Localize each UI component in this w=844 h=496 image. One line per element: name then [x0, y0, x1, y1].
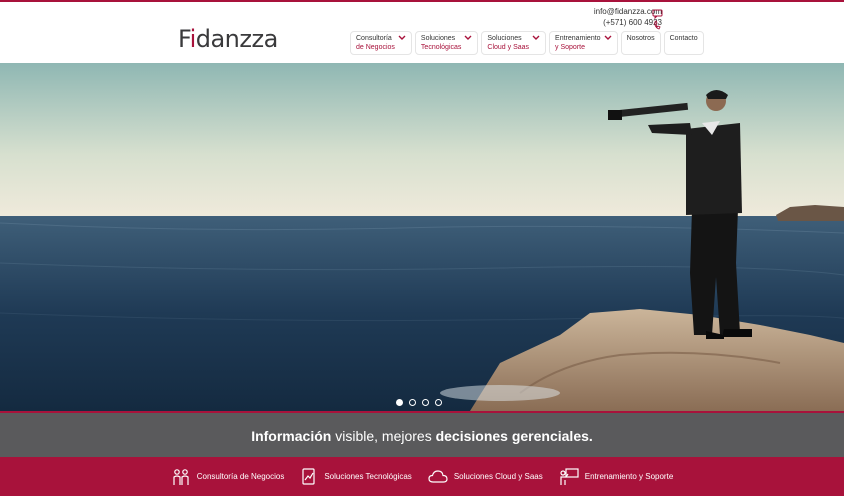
page: { "brand": { "logo_part1": "F", "logo_ac… — [0, 0, 844, 496]
nav-label: Consultoría — [356, 35, 392, 42]
slider-dot-2[interactable] — [409, 399, 416, 406]
contact-icons — [652, 6, 664, 30]
nav-label: Soluciones — [487, 35, 522, 42]
chevron-down-icon — [464, 35, 472, 44]
service-label: Consultoría de Negocios — [196, 472, 285, 481]
nav-nosotros[interactable]: Nosotros — [620, 31, 661, 55]
chevron-down-icon — [604, 35, 612, 44]
service-consultoria[interactable]: Consultoría de Negocios — [171, 468, 285, 486]
chevron-down-icon — [398, 35, 406, 44]
nav-label: Nosotros — [626, 35, 655, 42]
site-header: Fidanzza info@fidanzza.com (+571) 600 49… — [0, 0, 844, 64]
nav-sublabel: Tecnológicas — [420, 44, 462, 51]
service-cloud[interactable]: Soluciones Cloud y Saas — [428, 469, 543, 485]
cloud-icon — [428, 469, 448, 485]
slider-dot-1[interactable] — [396, 399, 403, 406]
nav-label: Contacto — [669, 35, 698, 42]
tagline-bold-2: decisiones gerenciales. — [435, 428, 593, 444]
nav-consultoria[interactable]: Consultoría de Negocios — [350, 31, 412, 55]
service-label: Soluciones Tecnológicas — [324, 472, 412, 481]
logo-text-2: danzza — [195, 25, 279, 53]
phone-icon — [652, 17, 664, 30]
hero-slider[interactable] — [0, 63, 844, 411]
nav-label: Entrenamiento — [555, 35, 601, 42]
main-nav: Consultoría de Negocios Soluciones Tecnoló… — [350, 31, 704, 55]
nav-soluciones-tecnologicas[interactable]: Soluciones Tecnológicas — [414, 31, 479, 55]
nav-sublabel: y Soporte — [555, 44, 585, 51]
service-label: Soluciones Cloud y Saas — [453, 472, 543, 481]
nav-sublabel: de Negocios — [356, 44, 395, 51]
tagline-bold-1: Información — [251, 428, 332, 444]
tagline-band: Información visible, mejores decisiones … — [0, 411, 844, 457]
services-bar: Consultoría de Negocios Soluciones Tecno… — [0, 457, 844, 496]
tagline-regular: visible, mejores — [331, 428, 436, 444]
nav-sublabel: Cloud y Saas — [487, 44, 530, 51]
slider-dot-4[interactable] — [435, 399, 442, 406]
service-entrenamiento[interactable]: Entrenamiento y Soporte — [559, 467, 674, 486]
people-icon — [171, 468, 191, 486]
slider-dot-3[interactable] — [422, 399, 429, 406]
nav-entrenamiento[interactable]: Entrenamiento y Soporte — [549, 31, 618, 55]
document-chart-icon — [300, 467, 318, 486]
slider-dots — [396, 399, 442, 406]
service-label: Entrenamiento y Soporte — [584, 472, 674, 481]
service-tecnologicas[interactable]: Soluciones Tecnológicas — [300, 467, 412, 486]
logo-text-1: F — [178, 25, 190, 53]
hero-image — [0, 63, 844, 411]
logo[interactable]: Fidanzza — [178, 24, 278, 52]
chevron-down-icon — [532, 35, 540, 44]
presenter-board-icon — [559, 467, 579, 486]
nav-soluciones-cloud[interactable]: Soluciones Cloud y Saas — [481, 31, 547, 55]
nav-label: Soluciones — [420, 35, 456, 42]
nav-contacto[interactable]: Contacto — [663, 31, 704, 55]
chat-icon — [652, 6, 664, 20]
